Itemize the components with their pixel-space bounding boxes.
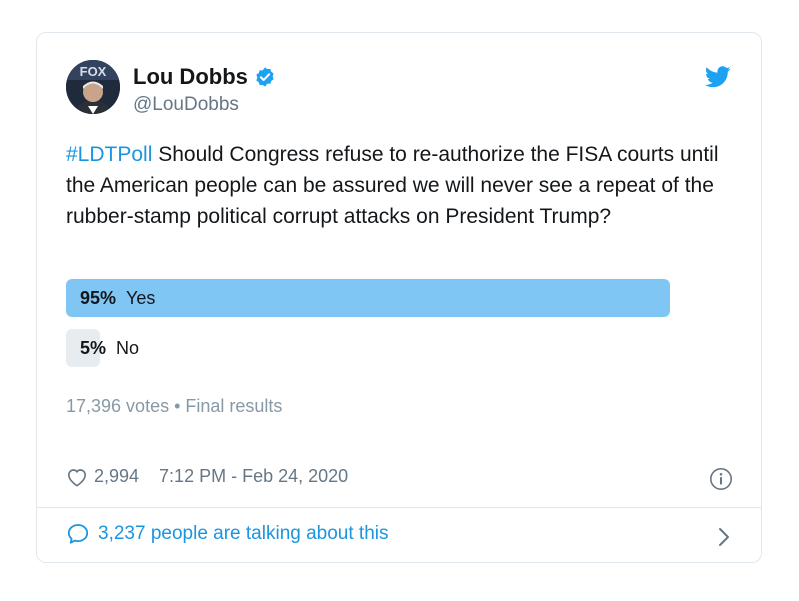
- like-count[interactable]: 2,994: [94, 466, 139, 487]
- poll-option-text: No: [116, 337, 140, 358]
- speech-bubble-icon: [67, 524, 89, 544]
- divider: [37, 507, 761, 508]
- poll-option-text: Yes: [126, 287, 156, 308]
- poll-option-yes: 95% Yes: [66, 279, 702, 317]
- poll-percent: 5%: [80, 337, 107, 358]
- conversation-link[interactable]: 3,237 people are talking about this: [66, 522, 389, 546]
- author-name-row[interactable]: Lou Dobbs: [133, 64, 276, 90]
- poll-summary: 17,396 votes • Final results: [66, 396, 283, 416]
- avatar[interactable]: FOX: [66, 60, 120, 114]
- author-handle[interactable]: @LouDobbs: [133, 93, 239, 117]
- poll-bar-yes: [66, 279, 670, 317]
- verified-badge-icon: [256, 67, 274, 87]
- avatar-text: FOX: [80, 64, 107, 79]
- tweet-timestamp[interactable]: 7:12 PM - Feb 24, 2020: [159, 466, 348, 487]
- poll-option-no: 5% No: [66, 329, 702, 367]
- heart-icon[interactable]: [66, 467, 88, 487]
- talking-count-text[interactable]: 3,237 people are talking about this: [98, 523, 389, 545]
- tweet-text: #LDTPoll Should Congress refuse to re-au…: [66, 139, 726, 232]
- chevron-right-icon[interactable]: [717, 526, 731, 548]
- poll-label-yes: 95% Yes: [80, 279, 155, 317]
- tweet-meta-row: 2,994 7:12 PM - Feb 24, 2020: [66, 466, 348, 487]
- info-icon[interactable]: [709, 467, 733, 491]
- poll-percent: 95%: [80, 287, 117, 308]
- tweet-body: Should Congress refuse to re-authorize t…: [66, 143, 719, 228]
- twitter-bird-icon[interactable]: [705, 66, 731, 88]
- tweet-card: FOX Lou Dobbs @LouDobbs #LDTPoll Should …: [36, 32, 762, 563]
- poll-label-no: 5% No: [80, 329, 139, 367]
- author-display-name[interactable]: Lou Dobbs: [133, 64, 248, 90]
- hashtag-link[interactable]: #LDTPoll: [66, 143, 152, 166]
- profile-photo-icon: FOX: [66, 60, 120, 114]
